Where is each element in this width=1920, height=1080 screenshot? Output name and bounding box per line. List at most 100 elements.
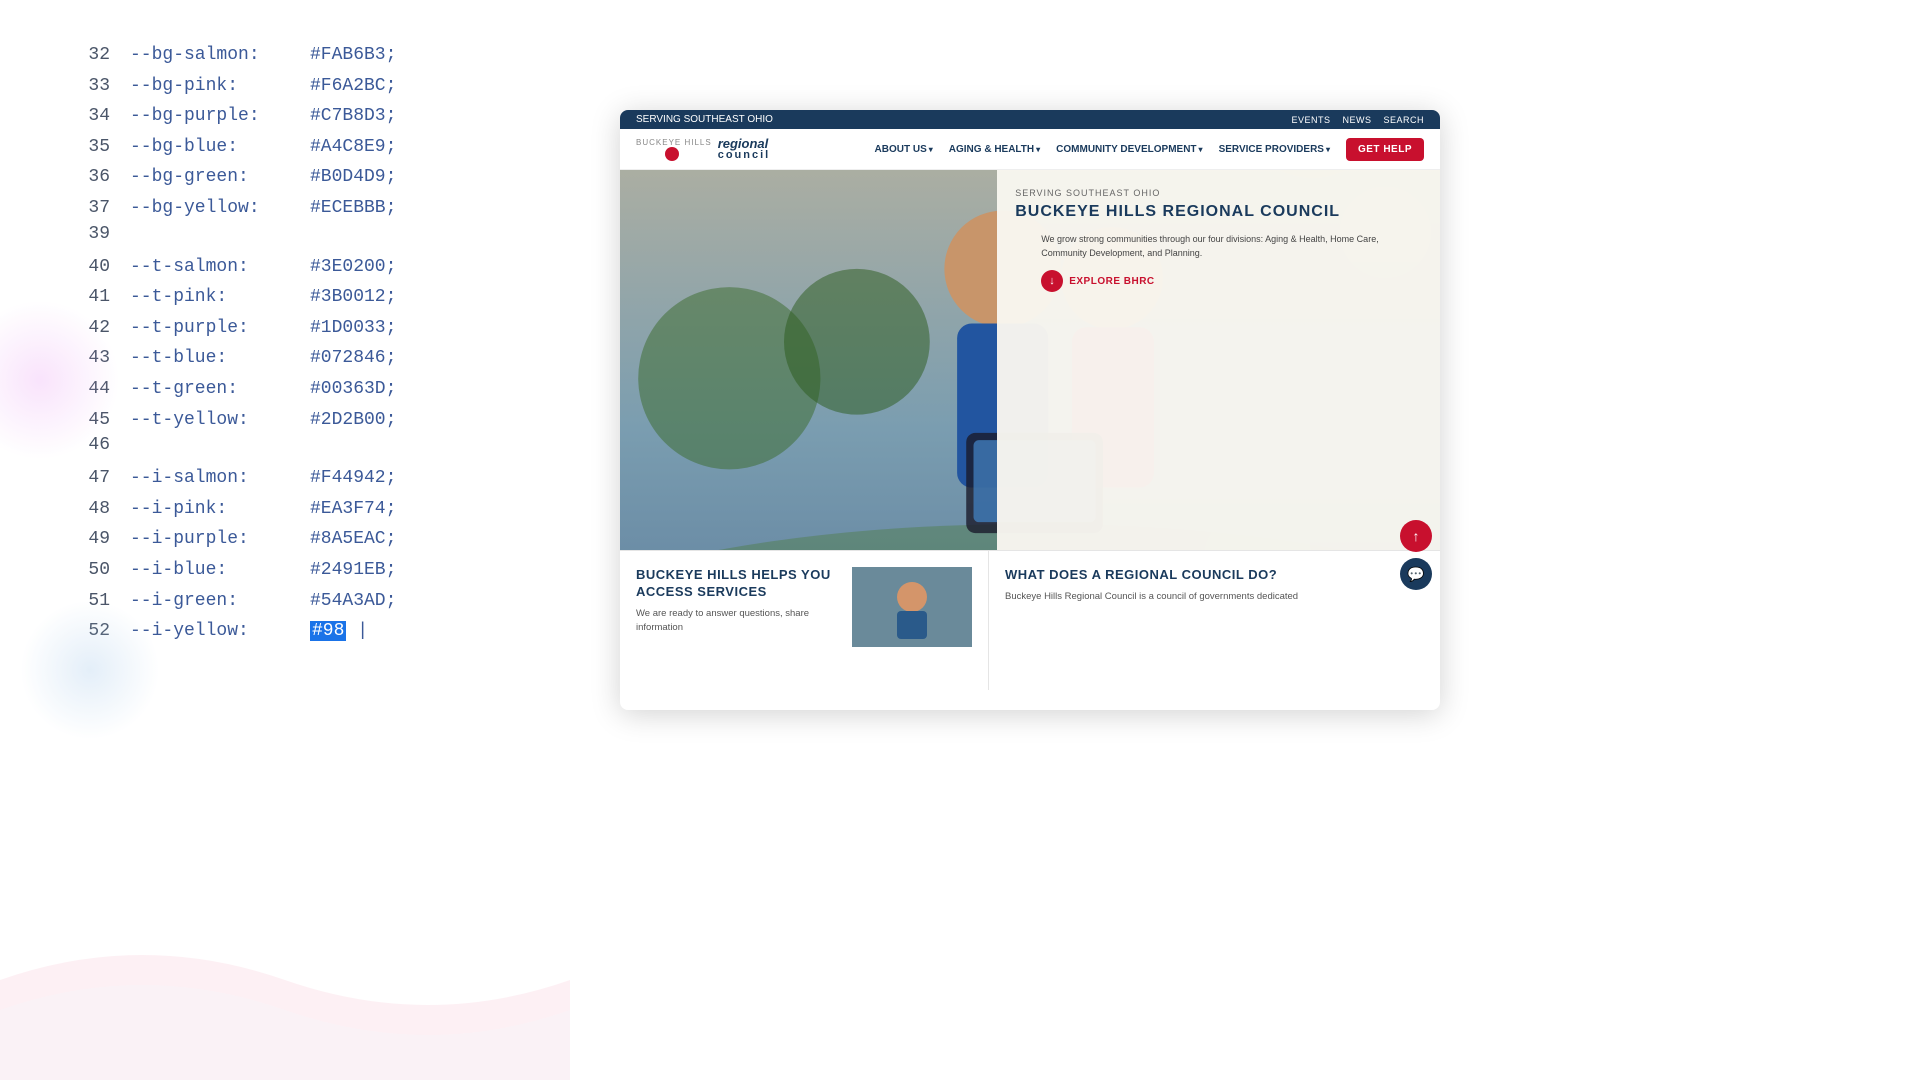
hero-card-content: OLDER ADULTS & CAREGIVERS	[1015, 233, 1422, 411]
line-number: 50	[60, 555, 110, 586]
line-number: 40	[60, 252, 110, 283]
prop-name: --bg-yellow:	[130, 193, 310, 224]
nav-about-us[interactable]: ABOUT US ▾	[875, 144, 933, 155]
decor-wave	[0, 880, 570, 1080]
line-number: 48	[60, 494, 110, 525]
chevron-down-icon: ▾	[1199, 145, 1203, 154]
fab-container: ↑ 💬	[1400, 520, 1432, 590]
chevron-down-icon: ▾	[1036, 145, 1040, 154]
hero-card-left: OLDER ADULTS & CAREGIVERS	[1015, 233, 1021, 411]
site-logo[interactable]: BUCKEYE HILLS regional council	[636, 137, 770, 161]
bottom-title-council: WHAT DOES A REGIONAL COUNCIL DO?	[1005, 567, 1424, 584]
code-line-46: 46	[60, 435, 510, 463]
prop-name: --t-blue:	[130, 343, 310, 374]
prop-val: #2491EB;	[310, 555, 396, 586]
highlighted-text: #98	[310, 621, 346, 641]
line-number: 43	[60, 343, 110, 374]
nav-news[interactable]: NEWS	[1342, 115, 1371, 125]
site-nav: ABOUT US ▾ AGING & HEALTH ▾ COMMUNITY DE…	[875, 138, 1424, 161]
code-line-45: 45 --t-yellow: #2D2B00;	[60, 405, 510, 436]
nav-label: COMMUNITY DEVELOPMENT	[1056, 144, 1196, 155]
prop-val: #54A3AD;	[310, 586, 396, 617]
prop-name: --bg-blue:	[130, 132, 310, 163]
line-number: 32	[60, 40, 110, 71]
code-line-35: 35 --bg-blue: #A4C8E9;	[60, 132, 510, 163]
prop-name: --i-pink:	[130, 494, 310, 525]
bottom-section-help: BUCKEYE HILLS HELPS YOU ACCESS SERVICES …	[620, 551, 989, 690]
hero-grid: OLDER ADULTS & CAREGIVERS	[1015, 233, 1021, 399]
line-number: 34	[60, 101, 110, 132]
code-line-41: 41 --t-pink: #3B0012;	[60, 282, 510, 313]
code-panel: 32 --bg-salmon: #FAB6B3; 33 --bg-pink: #…	[0, 0, 570, 1080]
code-line-40: 40 --t-salmon: #3E0200;	[60, 252, 510, 283]
logo-brand: regional council	[718, 137, 771, 161]
prop-val: #A4C8E9;	[310, 132, 396, 163]
code-line-52: 52 --i-yellow: #98 |	[60, 616, 510, 647]
prop-name: --bg-pink:	[130, 71, 310, 102]
hero-right-col: We grow strong communities through our f…	[1031, 233, 1422, 411]
nav-search[interactable]: SEARCH	[1383, 115, 1424, 125]
prop-val: #FAB6B3;	[310, 40, 396, 71]
prop-val: #8A5EAC;	[310, 524, 396, 555]
get-help-button[interactable]: GET HELP	[1346, 138, 1424, 161]
prop-name: --i-green:	[130, 586, 310, 617]
line-number: 45	[60, 405, 110, 436]
bottom-section-council: WHAT DOES A REGIONAL COUNCIL DO? Buckeye…	[989, 551, 1440, 690]
line-number: 44	[60, 374, 110, 405]
line-number: 37	[60, 193, 110, 224]
bottom-text-help: We are ready to answer questions, share …	[636, 607, 842, 636]
line-number: 36	[60, 162, 110, 193]
nav-label: AGING & HEALTH	[949, 144, 1034, 155]
code-line-43: 43 --t-blue: #072846;	[60, 343, 510, 374]
nav-events[interactable]: EVENTS	[1291, 115, 1330, 125]
chat-button[interactable]: 💬	[1400, 558, 1432, 590]
code-line-37: 37 --bg-yellow: #ECEBBB;	[60, 193, 510, 224]
code-line-32: 32 --bg-salmon: #FAB6B3;	[60, 40, 510, 71]
prop-name: --i-yellow:	[130, 616, 310, 647]
explore-down-icon: ↓	[1041, 270, 1063, 292]
top-links: EVENTS NEWS SEARCH	[1291, 115, 1424, 125]
logo-circle-icon	[665, 147, 679, 161]
line-number: 47	[60, 463, 110, 494]
hero-description: We grow strong communities through our f…	[1041, 233, 1422, 260]
line-number: 51	[60, 586, 110, 617]
nav-label: SERVICE PROVIDERS	[1219, 144, 1324, 155]
nav-community-dev[interactable]: COMMUNITY DEVELOPMENT ▾	[1056, 144, 1202, 155]
prop-name: --t-purple:	[130, 313, 310, 344]
bottom-title-help: BUCKEYE HILLS HELPS YOU ACCESS SERVICES	[636, 567, 842, 601]
site-top-bar: SERVING SOUTHEAST OHIO EVENTS NEWS SEARC…	[620, 110, 1440, 129]
code-line-34: 34 --bg-purple: #C7B8D3;	[60, 101, 510, 132]
prop-name: --i-purple:	[130, 524, 310, 555]
prop-name: --t-yellow:	[130, 405, 310, 436]
prop-name: --t-salmon:	[130, 252, 310, 283]
code-line-33: 33 --bg-pink: #F6A2BC;	[60, 71, 510, 102]
code-line-49: 49 --i-purple: #8A5EAC;	[60, 524, 510, 555]
line-number: 35	[60, 132, 110, 163]
code-line-48: 48 --i-pink: #EA3F74;	[60, 494, 510, 525]
bottom-img-illustration	[852, 567, 972, 647]
prop-name: --bg-salmon:	[130, 40, 310, 71]
prop-val: #1D0033;	[310, 313, 396, 344]
line-number: 33	[60, 71, 110, 102]
hero-card: SERVING SOUTHEAST OHIO BUCKEYE HILLS REG…	[997, 170, 1440, 550]
prop-name: --t-pink:	[130, 282, 310, 313]
nav-aging-health[interactable]: AGING & HEALTH ▾	[949, 144, 1040, 155]
bottom-image-help	[852, 567, 972, 647]
prop-val: #3B0012;	[310, 282, 396, 313]
top-bar-text: SERVING SOUTHEAST OHIO	[636, 114, 773, 125]
code-line-36: 36 --bg-green: #B0D4D9;	[60, 162, 510, 193]
explore-link[interactable]: ↓ EXPLORE BHRC	[1041, 270, 1422, 292]
prop-val: #EA3F74;	[310, 494, 396, 525]
nav-service-providers[interactable]: SERVICE PROVIDERS ▾	[1219, 144, 1330, 155]
code-line-44: 44 --t-green: #00363D;	[60, 374, 510, 405]
chevron-down-icon: ▾	[929, 145, 933, 154]
prop-name: --bg-purple:	[130, 101, 310, 132]
prop-val: #F6A2BC;	[310, 71, 396, 102]
scroll-to-top-button[interactable]: ↑	[1400, 520, 1432, 552]
website-panel: SERVING SOUTHEAST OHIO EVENTS NEWS SEARC…	[620, 110, 1440, 710]
prop-val: #2D2B00;	[310, 405, 396, 436]
hero-subtitle: SERVING SOUTHEAST OHIO	[1015, 188, 1422, 198]
code-line-47: 47 --i-salmon: #F44942;	[60, 463, 510, 494]
logo-small-text: BUCKEYE HILLS	[636, 138, 712, 147]
line-number: 41	[60, 282, 110, 313]
